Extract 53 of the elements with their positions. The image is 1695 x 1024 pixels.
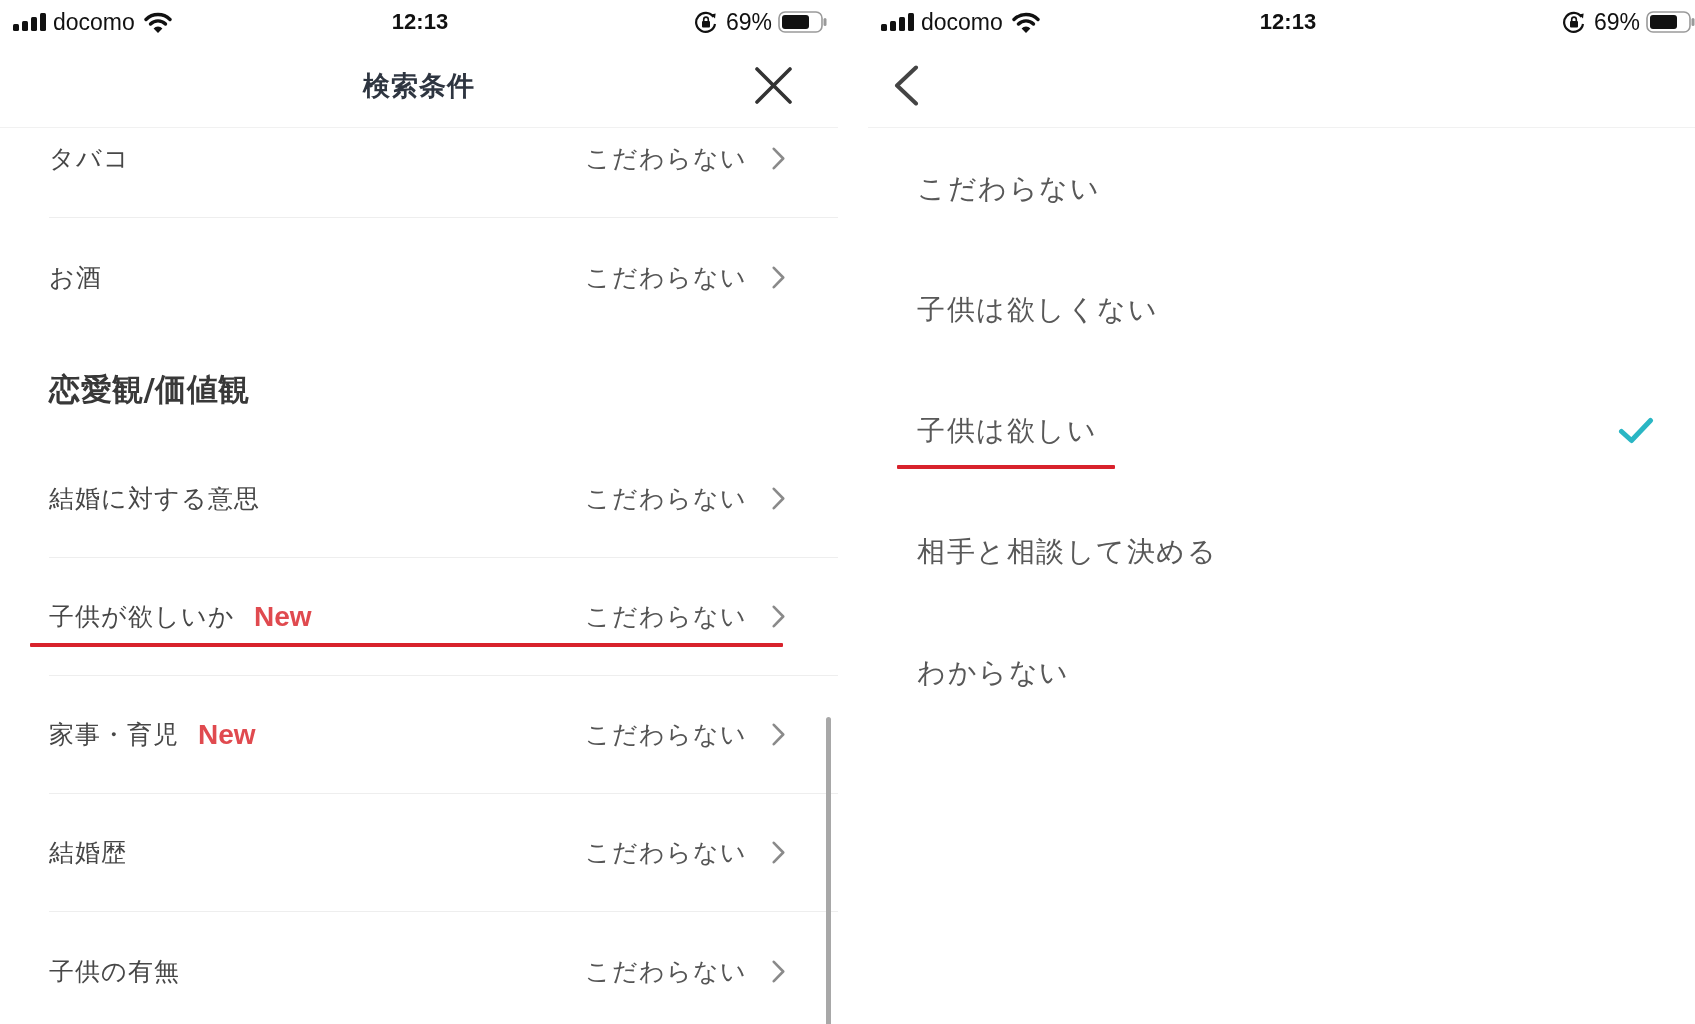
clock-time: 12:13 xyxy=(1259,9,1317,35)
row-label: 家事・育児 xyxy=(49,719,179,751)
orientation-lock-icon xyxy=(693,10,718,34)
chevron-right-icon xyxy=(772,487,785,510)
clock-time: 12:13 xyxy=(391,9,449,35)
wifi-icon xyxy=(1011,11,1040,33)
back-button[interactable] xyxy=(893,65,919,106)
option-label[interactable]: 相手と相談して決める xyxy=(917,534,1217,568)
row-value: こだわらない xyxy=(585,483,747,515)
option-label[interactable]: こだわらない xyxy=(917,171,1100,205)
new-label: New xyxy=(198,718,256,751)
row-label: 結婚に対する意思 xyxy=(49,483,260,515)
section-heading: 恋愛観/価値観 xyxy=(49,370,250,409)
battery-percent: 69% xyxy=(725,8,772,36)
carrier-name: docomo xyxy=(53,8,135,36)
option-label[interactable]: 子供は欲しくない xyxy=(917,292,1158,326)
row-value: こだわらない xyxy=(585,601,747,633)
chevron-right-icon xyxy=(772,147,785,170)
list-row[interactable]: 子供が欲しいか New こだわらない xyxy=(49,558,838,676)
chevron-right-icon xyxy=(772,723,785,746)
close-icon xyxy=(755,67,792,104)
chevron-right-icon xyxy=(772,841,785,864)
new-label: New xyxy=(254,600,312,633)
wifi-icon xyxy=(143,11,172,33)
row-label: 子供の有無 xyxy=(49,955,180,988)
back-chevron-icon xyxy=(893,65,919,106)
option-label[interactable]: わからない xyxy=(917,655,1070,689)
row-value: こだわらない xyxy=(585,261,747,294)
option-label[interactable]: 子供は欲しい xyxy=(917,413,1097,447)
battery-icon xyxy=(778,11,827,33)
row-label: 結婚歴 xyxy=(49,837,127,869)
list-row[interactable]: 結婚に対する意思 こだわらない xyxy=(49,440,838,558)
row-value: こだわらない xyxy=(585,143,747,175)
row-label: 子供が欲しいか xyxy=(49,601,235,633)
orientation-lock-icon xyxy=(1561,10,1586,34)
battery-icon xyxy=(1646,11,1695,33)
carrier-name: docomo xyxy=(921,8,1003,36)
close-button[interactable] xyxy=(755,67,792,104)
row-value: こだわらない xyxy=(585,837,747,869)
row-label: タバコ xyxy=(49,143,130,175)
screen-title: 検索条件 xyxy=(363,69,475,101)
list-row[interactable]: お酒 こだわらない xyxy=(49,218,838,336)
list-row[interactable]: タバコ こだわらない xyxy=(49,128,838,218)
signal-icon xyxy=(13,13,46,31)
chevron-right-icon xyxy=(772,605,785,628)
list-row[interactable]: 子供の有無 こだわらない xyxy=(49,912,838,1024)
row-value: こだわらない xyxy=(585,719,747,751)
battery-percent: 69% xyxy=(1593,8,1640,36)
signal-icon xyxy=(881,13,914,31)
chevron-right-icon xyxy=(772,265,785,289)
row-value: こだわらない xyxy=(585,955,747,988)
chevron-right-icon xyxy=(772,959,785,983)
row-label: お酒 xyxy=(49,261,102,294)
